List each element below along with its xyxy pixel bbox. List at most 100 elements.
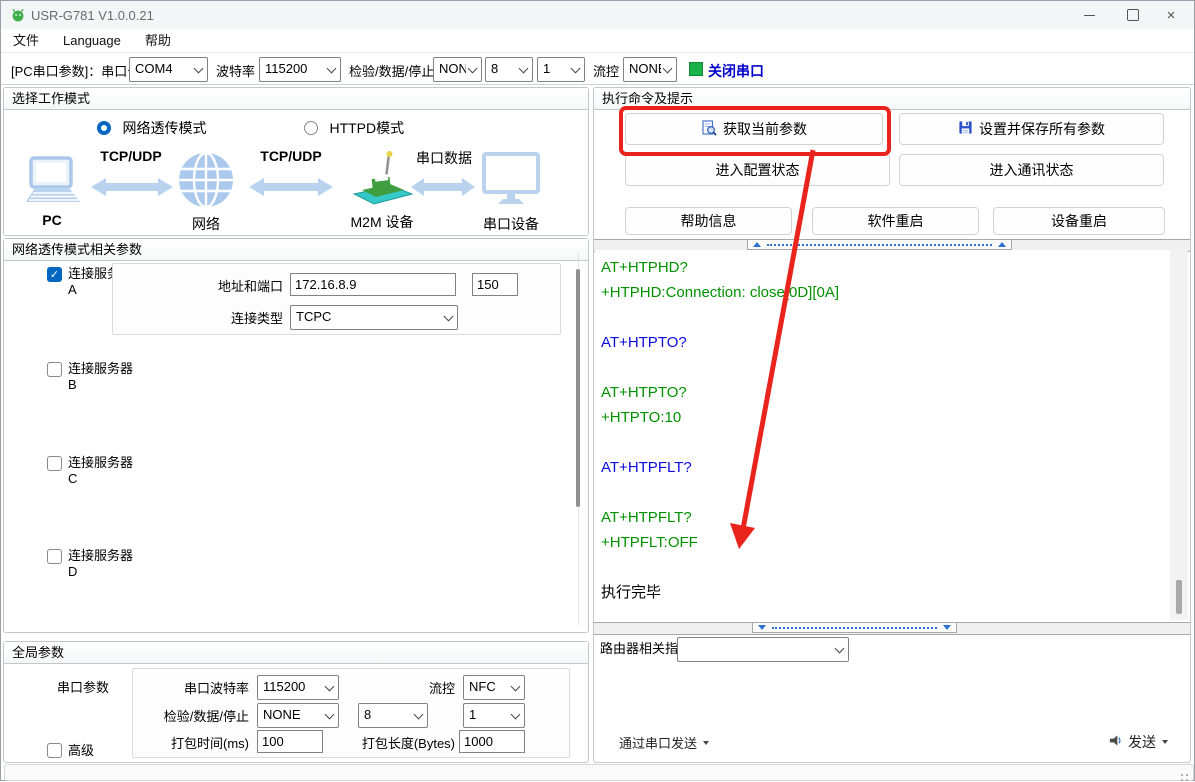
server-b-label: 连接服务器 xyxy=(68,361,133,377)
pack-len-label: 打包长度(Bytes) xyxy=(351,733,455,752)
save-all-params-button[interactable]: 设置并保存所有参数 xyxy=(899,113,1164,145)
global-params-group: 全局参数 串口参数 串口波特率 115200 流控 NFC 检验/数据/停止 N… xyxy=(3,641,589,763)
flow-select[interactable]: NONE xyxy=(623,57,677,82)
horizontal-splitter-bottom xyxy=(594,622,1190,635)
pack-time-input[interactable] xyxy=(257,730,323,753)
radio-httpd-mode[interactable]: HTTPD模式 xyxy=(304,118,404,138)
stop-bits-select[interactable]: 1 xyxy=(537,57,585,82)
chevron-down-icon xyxy=(835,644,845,654)
baud-select[interactable]: 115200 xyxy=(259,57,341,82)
send-input-area[interactable]: 通过串口发送 发送 xyxy=(595,663,1190,760)
server-d-checkbox[interactable] xyxy=(47,549,62,564)
server-a-checkbox[interactable]: ✓ xyxy=(47,267,62,282)
address-input[interactable] xyxy=(290,273,456,296)
enter-comm-button[interactable]: 进入通讯状态 xyxy=(899,154,1164,186)
server-c-id: C xyxy=(68,471,77,487)
data-bits-select[interactable]: 8 xyxy=(485,57,533,82)
link2-label: TCP/UDP xyxy=(244,148,338,164)
server-d-label: 连接服务器 xyxy=(68,548,133,564)
global-flow-select[interactable]: NFC xyxy=(463,675,525,700)
maximize-button[interactable] xyxy=(1116,3,1150,27)
enter-config-button[interactable]: 进入配置状态 xyxy=(625,154,890,186)
software-restart-button[interactable]: 软件重启 xyxy=(812,207,979,235)
global-stop-bits-select[interactable]: 1 xyxy=(463,703,525,728)
pack-len-input[interactable] xyxy=(459,730,525,753)
menu-language[interactable]: Language xyxy=(51,29,133,53)
global-parity-label: 检验/数据/停止 xyxy=(133,706,249,725)
menu-file[interactable]: 文件 xyxy=(1,29,51,53)
terminal-line: +HTPFLT:OFF xyxy=(601,530,1175,555)
command-panel-group: 执行命令及提示 获取当前参数 xyxy=(593,87,1191,763)
server-a-panel: 地址和端口 连接类型 TCPC xyxy=(112,263,561,335)
device-restart-button[interactable]: 设备重启 xyxy=(993,207,1165,235)
server-b-checkbox[interactable] xyxy=(47,362,62,377)
chevron-down-icon xyxy=(511,710,521,720)
minimize-button[interactable] xyxy=(1072,3,1106,27)
address-port-label: 地址和端口 xyxy=(113,276,283,295)
server-c-checkbox[interactable] xyxy=(47,456,62,471)
serial-params-panel: 串口波特率 115200 流控 NFC 检验/数据/停止 NONE 8 1 打包… xyxy=(132,668,570,758)
status-bar xyxy=(4,764,1194,781)
network-globe-icon xyxy=(176,150,236,215)
double-arrow-icon xyxy=(248,176,334,203)
send-button[interactable]: 发送 xyxy=(1108,732,1168,752)
terminal-line: 执行完毕 xyxy=(601,580,1175,605)
global-parity-select[interactable]: NONE xyxy=(257,703,339,728)
mode-diagram: TCP/UDP TCP/UDP xyxy=(4,148,590,232)
global-flow-label: 流控 xyxy=(395,678,455,697)
send-via-serial-dropdown[interactable]: 通过串口发送 xyxy=(619,733,709,752)
terminal-scrollbar[interactable] xyxy=(1170,250,1188,620)
at-command-terminal[interactable]: AT+HTPHD? +HTPHD:Connection: close[0D][0… xyxy=(595,250,1175,625)
server-b-id: B xyxy=(68,377,77,393)
node-serial-label: 串口设备 xyxy=(480,214,542,234)
collapse-down-icon xyxy=(943,625,951,630)
radio-transparent-mode[interactable]: 网络透传模式 xyxy=(97,118,206,138)
help-info-button[interactable]: 帮助信息 xyxy=(625,207,792,235)
get-params-button[interactable]: 获取当前参数 xyxy=(625,113,883,145)
terminal-line xyxy=(601,355,1175,380)
router-cmd-select[interactable] xyxy=(677,637,849,662)
scrollbar-thumb[interactable] xyxy=(1176,580,1182,614)
radio-transparent-label: 网络透传模式 xyxy=(122,120,206,136)
conn-type-select[interactable]: TCPC xyxy=(290,305,458,330)
pc-icon xyxy=(20,156,84,213)
app-window: USR-G781 V1.0.0.21 × 文件 Language 帮助 [PC串… xyxy=(0,0,1195,781)
save-icon xyxy=(958,120,973,138)
terminal-line xyxy=(601,480,1175,505)
splitter-dots xyxy=(772,627,937,629)
work-mode-group: 选择工作模式 网络透传模式 HTTPD模式 TCP/UDP xyxy=(3,87,589,236)
port-open-indicator xyxy=(689,62,703,76)
collapse-up-icon xyxy=(753,242,761,247)
global-data-bits-select[interactable]: 8 xyxy=(358,703,428,728)
title-bar: USR-G781 V1.0.0.21 × xyxy=(1,1,1194,29)
radio-httpd-label: HTTPD模式 xyxy=(329,120,404,136)
global-baud-select[interactable]: 115200 xyxy=(257,675,339,700)
advanced-checkbox[interactable] xyxy=(47,743,62,758)
dropdown-arrow-icon xyxy=(1162,740,1168,744)
double-arrow-icon xyxy=(90,176,174,203)
baud-label: 波特率 xyxy=(216,61,255,80)
advanced-label: 高级 xyxy=(68,743,94,759)
scrollbar-thumb[interactable] xyxy=(576,269,580,507)
terminal-line xyxy=(601,305,1175,330)
close-port-button[interactable]: 关闭串口 xyxy=(708,61,764,81)
chevron-down-icon xyxy=(468,64,478,74)
close-icon: × xyxy=(1167,8,1176,23)
splitter-handle[interactable] xyxy=(747,239,1012,250)
parity-label: 检验/数据/停止 xyxy=(349,61,434,80)
splitter-handle[interactable] xyxy=(752,622,957,633)
port-input[interactable] xyxy=(472,273,518,296)
chevron-down-icon xyxy=(325,682,335,692)
node-m2m-label: M2M 设备 xyxy=(342,212,422,232)
resize-grip[interactable] xyxy=(1186,774,1188,776)
splitter-dots xyxy=(767,244,992,246)
command-panel-title: 执行命令及提示 xyxy=(594,88,1190,110)
com-port-select[interactable]: COM4 xyxy=(129,57,208,82)
parity-select[interactable]: NONE xyxy=(433,57,482,82)
menu-help[interactable]: 帮助 xyxy=(133,29,183,53)
chevron-down-icon xyxy=(663,64,673,74)
close-button[interactable]: × xyxy=(1154,3,1188,27)
net-params-group: 网络透传模式相关参数 ✓ 连接服务器 A 地址和端口 连接类型 TCPC 连接服… xyxy=(3,238,589,633)
server-c-label: 连接服务器 xyxy=(68,455,133,471)
save-all-params-label: 设置并保存所有参数 xyxy=(979,119,1105,139)
